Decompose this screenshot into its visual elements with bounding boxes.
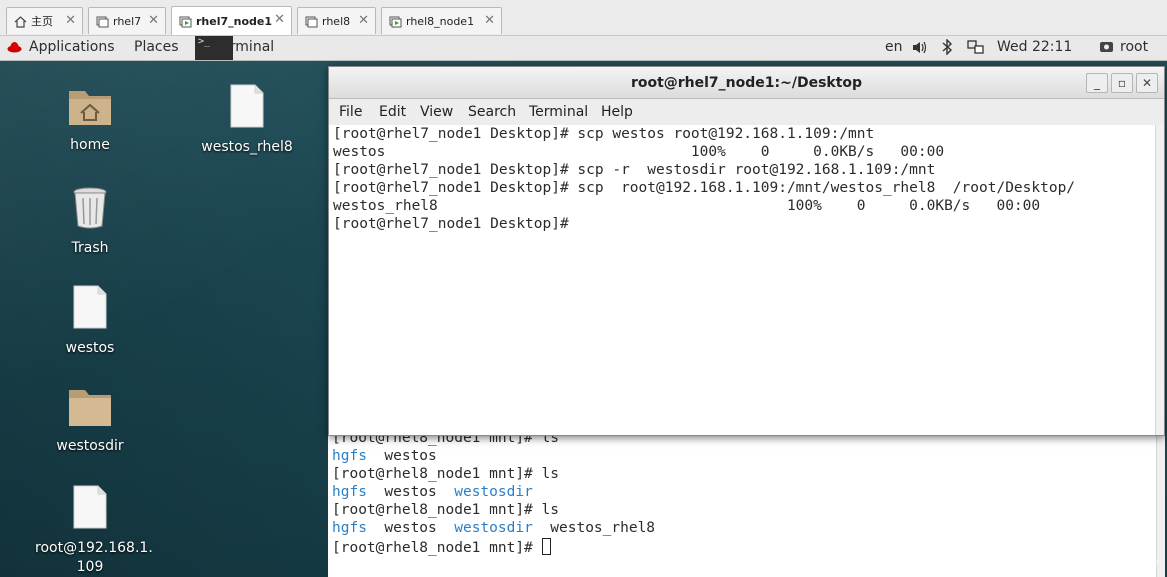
bluetooth-icon[interactable]	[941, 38, 953, 59]
close-icon[interactable]: ✕	[484, 13, 495, 28]
maximize-icon[interactable]: ▫	[1111, 73, 1133, 93]
redhat-logo-icon	[7, 40, 22, 59]
vm-running-icon	[388, 14, 402, 28]
desktop-icon-label: home	[70, 137, 110, 153]
desktop-icon-westos-rhel8[interactable]: westos_rhel8	[192, 83, 302, 155]
vm-icon	[95, 14, 109, 28]
desktop-icon-trash[interactable]: Trash	[35, 184, 145, 256]
terminal-line: hgfs westos	[332, 448, 437, 464]
terminal-text: [root@rhel8_node1 mnt]# ls	[332, 466, 559, 482]
vm-running-icon	[178, 14, 192, 28]
terminal-line: hgfs westos westosdir	[332, 484, 533, 500]
terminal-text: [root@rhel8_node1 mnt]#	[332, 540, 542, 556]
directory-name: westosdir	[454, 484, 533, 500]
desktop-icon-westos[interactable]: westos	[35, 284, 145, 356]
desktop-icon-label: westos_rhel8	[201, 139, 293, 155]
home-folder-icon	[35, 83, 145, 131]
directory-name: hgfs	[332, 448, 367, 464]
user-menu[interactable]: root	[1120, 39, 1148, 55]
menu-bar: File Edit View Search Terminal Help	[329, 99, 1164, 125]
network-icon[interactable]	[967, 40, 985, 59]
tab-label: rhel7	[113, 14, 142, 28]
places-menu[interactable]: Places	[134, 39, 179, 55]
menu-file[interactable]: File	[339, 104, 362, 120]
directory-name: westosdir	[454, 520, 533, 536]
desktop-icon-home[interactable]: home	[35, 83, 145, 153]
tab-rhel7-node1[interactable]: rhel7_node1 ✕	[171, 6, 292, 35]
home-icon	[13, 14, 27, 28]
window-title: root@rhel7_node1:~/Desktop	[630, 75, 863, 91]
terminal-line: [root@rhel7_node1 Desktop]# scp westos r…	[333, 126, 875, 142]
applications-menu[interactable]: Applications	[29, 39, 115, 55]
menu-view[interactable]: View	[420, 104, 453, 120]
minimize-icon[interactable]: _	[1086, 73, 1108, 93]
file-icon	[192, 83, 302, 133]
tab-rhel8-node1[interactable]: rhel8_node1 ✕	[381, 7, 502, 34]
terminal-line: westos 100% 0 0.0KB/s 00:00	[333, 144, 945, 160]
terminal-text: [root@rhel8_node1 mnt]# ls	[332, 502, 559, 518]
file-icon	[35, 284, 145, 334]
tab-label: rhel8	[322, 14, 351, 28]
desktop-icon-label: root@192.168.1.	[35, 540, 153, 556]
terminal-text: westos	[366, 448, 437, 464]
terminal-output[interactable]: [root@rhel7_node1 Desktop]# scp westos r…	[329, 125, 1156, 435]
tab-home[interactable]: 主页 ✕	[6, 7, 83, 34]
trash-icon	[35, 184, 145, 234]
close-icon[interactable]: ✕	[148, 13, 159, 28]
folder-icon	[35, 384, 145, 432]
terminal-text: westos	[366, 520, 455, 536]
language-indicator[interactable]: en	[885, 39, 903, 55]
close-icon[interactable]: ✕	[274, 12, 285, 27]
terminal-line: [root@rhel7_node1 Desktop]#	[333, 216, 569, 232]
desktop-icon-label: Trash	[71, 240, 109, 256]
directory-name: hgfs	[332, 484, 367, 500]
tab-label: rhel7_node1	[196, 14, 273, 28]
terminal-app-menu[interactable]: Terminal	[215, 39, 274, 55]
desktop-icon-label-line2: 109	[76, 559, 104, 575]
terminal-text: westos	[366, 484, 455, 500]
terminal-line: [root@rhel7_node1 Desktop]# scp root@192…	[333, 180, 1076, 196]
clock[interactable]: Wed 22:11	[997, 39, 1072, 55]
close-icon[interactable]: ✕	[1136, 73, 1158, 93]
gnome-top-bar: Applications Places >_ Terminal en Wed 2…	[0, 36, 1167, 61]
terminal-line: [root@rhel8_node1 mnt]#	[332, 538, 551, 556]
close-icon[interactable]: ✕	[65, 13, 76, 28]
terminal-text: westos_rhel8	[532, 520, 656, 536]
terminal-line: [root@rhel8_node1 mnt]# ls	[332, 466, 559, 482]
terminal-window-rhel8[interactable]: [root@rhel8_node1 mnt]# ls hgfs westos [ro…	[328, 430, 1165, 577]
text-cursor	[541, 538, 551, 555]
watermark: https://blog.csdn.net/FYRXP	[978, 558, 1159, 573]
vm-tab-strip: 主页 ✕ rhel7 ✕ rhel7_node1 ✕ rhel8 ✕ rhel8…	[0, 0, 1167, 36]
tab-rhel8[interactable]: rhel8 ✕	[297, 7, 376, 34]
close-icon[interactable]: ✕	[358, 13, 369, 28]
desktop-icon-label: westosdir	[56, 438, 124, 454]
user-icon[interactable]	[1099, 40, 1114, 58]
terminal-line: hgfs westos westosdir westos_rhel8	[332, 520, 655, 536]
terminal-line: [root@rhel8_node1 mnt]# ls	[332, 502, 559, 518]
menu-terminal[interactable]: Terminal	[529, 104, 588, 120]
scrollbar[interactable]	[1155, 125, 1164, 435]
desktop-icon-label: westos	[65, 340, 115, 356]
vm-icon	[304, 14, 318, 28]
menu-search[interactable]: Search	[468, 104, 516, 120]
tab-rhel7[interactable]: rhel7 ✕	[88, 7, 166, 34]
tab-label: rhel8_node1	[406, 14, 475, 28]
menu-help[interactable]: Help	[601, 104, 633, 120]
volume-icon[interactable]	[912, 40, 928, 59]
menu-edit[interactable]: Edit	[379, 104, 406, 120]
terminal-line: [root@rhel7_node1 Desktop]# scp -r westo…	[333, 162, 936, 178]
terminal-line: westos_rhel8 100% 0 0.0KB/s 00:00	[333, 198, 1041, 214]
directory-name: hgfs	[332, 520, 367, 536]
file-icon	[35, 484, 145, 534]
scrollbar[interactable]	[1156, 436, 1165, 577]
desktop-icon-westosdir[interactable]: westosdir	[35, 384, 145, 454]
window-titlebar[interactable]: root@rhel7_node1:~/Desktop _ ▫ ✕	[329, 67, 1164, 99]
tab-label: 主页	[31, 15, 53, 28]
desktop-icon-root-file[interactable]: root@192.168.1. 109	[35, 484, 153, 575]
terminal-window-rhel7[interactable]: root@rhel7_node1:~/Desktop _ ▫ ✕ File Ed…	[328, 66, 1165, 436]
